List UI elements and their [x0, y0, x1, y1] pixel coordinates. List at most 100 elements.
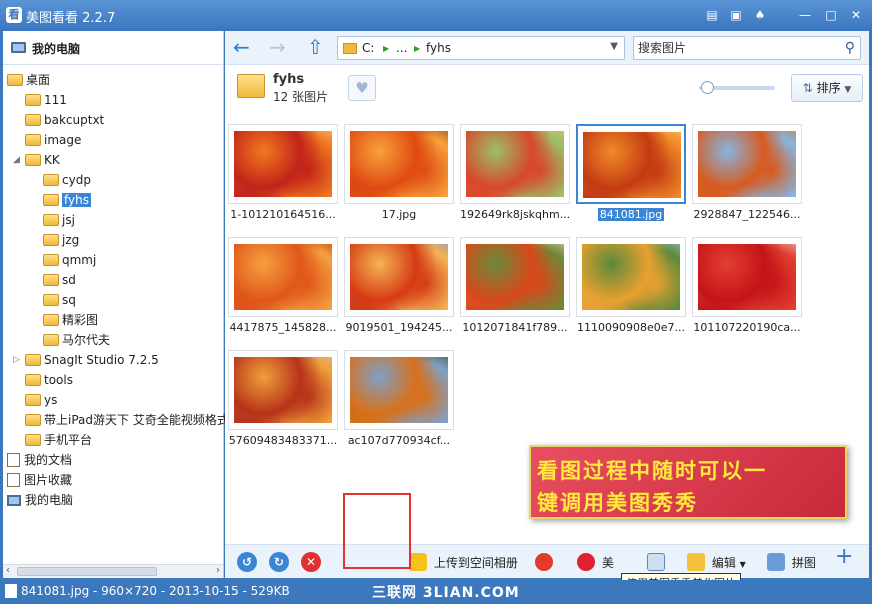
collage-button[interactable]: 拼图: [767, 553, 816, 572]
thumbnail-item[interactable]: 192649rk8jskqhm...: [460, 124, 570, 232]
tree-item[interactable]: 马尔代夫: [43, 331, 110, 350]
thumbnail-item[interactable]: 2928847_122546...: [692, 124, 802, 232]
thumbnail-item[interactable]: 1-101210164516...: [228, 124, 338, 232]
autumn-photo-thumbnail[interactable]: [350, 131, 448, 197]
address-ellipsis[interactable]: ...: [396, 41, 407, 55]
chevron-down-icon[interactable]: ▼: [610, 41, 618, 52]
tree-item[interactable]: fyhs: [43, 191, 91, 210]
tree-item[interactable]: 带上iPad游天下 艾奇全能视频格式: [25, 411, 229, 430]
tree-item[interactable]: jzg: [43, 231, 79, 250]
maximize-button[interactable]: □: [822, 7, 840, 23]
tree-item[interactable]: cydp: [43, 171, 91, 190]
thumbnail-frame[interactable]: [228, 237, 338, 317]
tree-item[interactable]: sd: [43, 271, 76, 290]
add-button[interactable]: +: [835, 546, 853, 568]
search-icon[interactable]: ⚲: [845, 40, 855, 56]
up-folder-icon[interactable]: ⇧: [307, 37, 324, 57]
tree-item[interactable]: 111: [25, 91, 67, 110]
edit-button[interactable]: 编辑 ▼: [687, 553, 746, 574]
search-input[interactable]: [638, 40, 828, 56]
tree-item[interactable]: 我的电脑: [7, 491, 73, 510]
skin-shirt-icon[interactable]: ♠: [751, 7, 769, 23]
thumbnail-frame[interactable]: [344, 124, 454, 204]
thumbnail-frame[interactable]: [576, 237, 686, 317]
window-title: 美图看看 2.2.7: [26, 11, 116, 26]
meitu-beautify-button[interactable]: 美: [577, 553, 614, 572]
tree-item[interactable]: 图片收藏: [7, 471, 72, 490]
autumn-photo-thumbnail[interactable]: [466, 131, 564, 197]
autumn-photo-thumbnail[interactable]: [350, 357, 448, 423]
address-drive[interactable]: C:: [362, 41, 374, 55]
thumbnail-item[interactable]: 9019501_194245...: [344, 237, 454, 345]
sidebar-header[interactable]: 我的电脑: [3, 31, 223, 65]
document-icon: [7, 473, 20, 487]
scroll-left-icon[interactable]: ‹: [6, 565, 10, 576]
upload-album-button[interactable]: 上传到空间相册: [409, 553, 518, 572]
thumbnail-frame[interactable]: [344, 350, 454, 430]
delete-button[interactable]: ✕: [301, 552, 321, 572]
thumbnail-frame[interactable]: [228, 350, 338, 430]
tree-item[interactable]: ▷ SnagIt Studio 7.2.5: [13, 351, 159, 370]
thumbnail-item[interactable]: ac107d770934cf...: [344, 350, 454, 458]
back-arrow-icon[interactable]: ←: [233, 37, 250, 57]
tree-item[interactable]: ◢ KK: [13, 151, 60, 170]
autumn-photo-thumbnail[interactable]: [582, 244, 680, 310]
tree-item[interactable]: bakcuptxt: [25, 111, 104, 130]
address-bar[interactable]: C: ▶ ... ▶ fyhs ▼: [337, 36, 625, 60]
rotate-left-button[interactable]: ↺: [237, 552, 257, 572]
tree-item[interactable]: ys: [25, 391, 57, 410]
sort-button[interactable]: ⇅ 排序 ▼: [791, 74, 863, 102]
autumn-photo-thumbnail[interactable]: [466, 244, 564, 310]
thumbnail-frame[interactable]: [460, 124, 570, 204]
breadcrumb-arrow-icon[interactable]: ▶: [383, 44, 389, 53]
autumn-photo-thumbnail[interactable]: [350, 244, 448, 310]
weibo-share-button[interactable]: [535, 553, 556, 572]
folder-icon: [343, 43, 357, 54]
close-button[interactable]: ✕: [847, 7, 865, 23]
tree-item[interactable]: qmmj: [43, 251, 96, 270]
address-folder[interactable]: fyhs: [426, 41, 451, 55]
thumbnail-item[interactable]: 17.jpg: [344, 124, 454, 232]
sidebar-horizontal-scrollbar[interactable]: ‹ ›: [3, 564, 223, 578]
thumbnail-frame[interactable]: [344, 237, 454, 317]
forward-arrow-icon[interactable]: →: [269, 37, 286, 57]
autumn-photo-thumbnail[interactable]: [234, 244, 332, 310]
thumbnail-item[interactable]: 101107220190ca...: [692, 237, 802, 345]
menu-icon[interactable]: ▣: [727, 7, 745, 23]
favorite-heart-button[interactable]: ♥: [348, 75, 376, 101]
thumbnail-size-slider[interactable]: [699, 81, 775, 94]
thumbnail-frame[interactable]: [692, 124, 802, 204]
autumn-photo-thumbnail[interactable]: [698, 244, 796, 310]
scroll-thumb[interactable]: [17, 567, 157, 576]
autumn-photo-thumbnail[interactable]: [234, 131, 332, 197]
message-icon[interactable]: ▤: [703, 7, 721, 23]
tree-item[interactable]: jsj: [43, 211, 75, 230]
autumn-photo-thumbnail[interactable]: [698, 131, 796, 197]
minimize-button[interactable]: —: [796, 7, 814, 23]
tree-item[interactable]: 精彩图: [43, 311, 98, 330]
collapsed-arrow-icon[interactable]: ▷: [13, 351, 23, 370]
slider-knob[interactable]: [701, 81, 714, 94]
tree-item[interactable]: sq: [43, 291, 76, 310]
thumbnail-frame[interactable]: [228, 124, 338, 204]
tree-item[interactable]: 桌面: [7, 71, 50, 90]
autumn-photo-thumbnail[interactable]: [583, 132, 681, 198]
thumbnail-item[interactable]: 1012071841f789...: [460, 237, 570, 345]
thumbnail-item[interactable]: 4417875_145828...: [228, 237, 338, 345]
thumbnail-frame[interactable]: [692, 237, 802, 317]
thumbnail-frame[interactable]: [576, 124, 686, 204]
tree-item[interactable]: 手机平台: [25, 431, 92, 450]
thumbnail-frame[interactable]: [460, 237, 570, 317]
thumbnail-item[interactable]: 841081.jpg: [576, 124, 686, 232]
tree-item[interactable]: image: [25, 131, 81, 150]
rotate-right-button[interactable]: ↻: [269, 552, 289, 572]
slideshow-button[interactable]: [647, 553, 668, 572]
breadcrumb-arrow-icon[interactable]: ▶: [414, 44, 420, 53]
autumn-photo-thumbnail[interactable]: [234, 357, 332, 423]
scroll-right-icon[interactable]: ›: [216, 565, 220, 576]
tree-item[interactable]: tools: [25, 371, 73, 390]
expanded-arrow-icon[interactable]: ◢: [13, 151, 23, 170]
thumbnail-item[interactable]: 1110090908e0e7...: [576, 237, 686, 345]
tree-item[interactable]: 我的文档: [7, 451, 72, 470]
thumbnail-item[interactable]: 57609483483371...: [228, 350, 338, 458]
